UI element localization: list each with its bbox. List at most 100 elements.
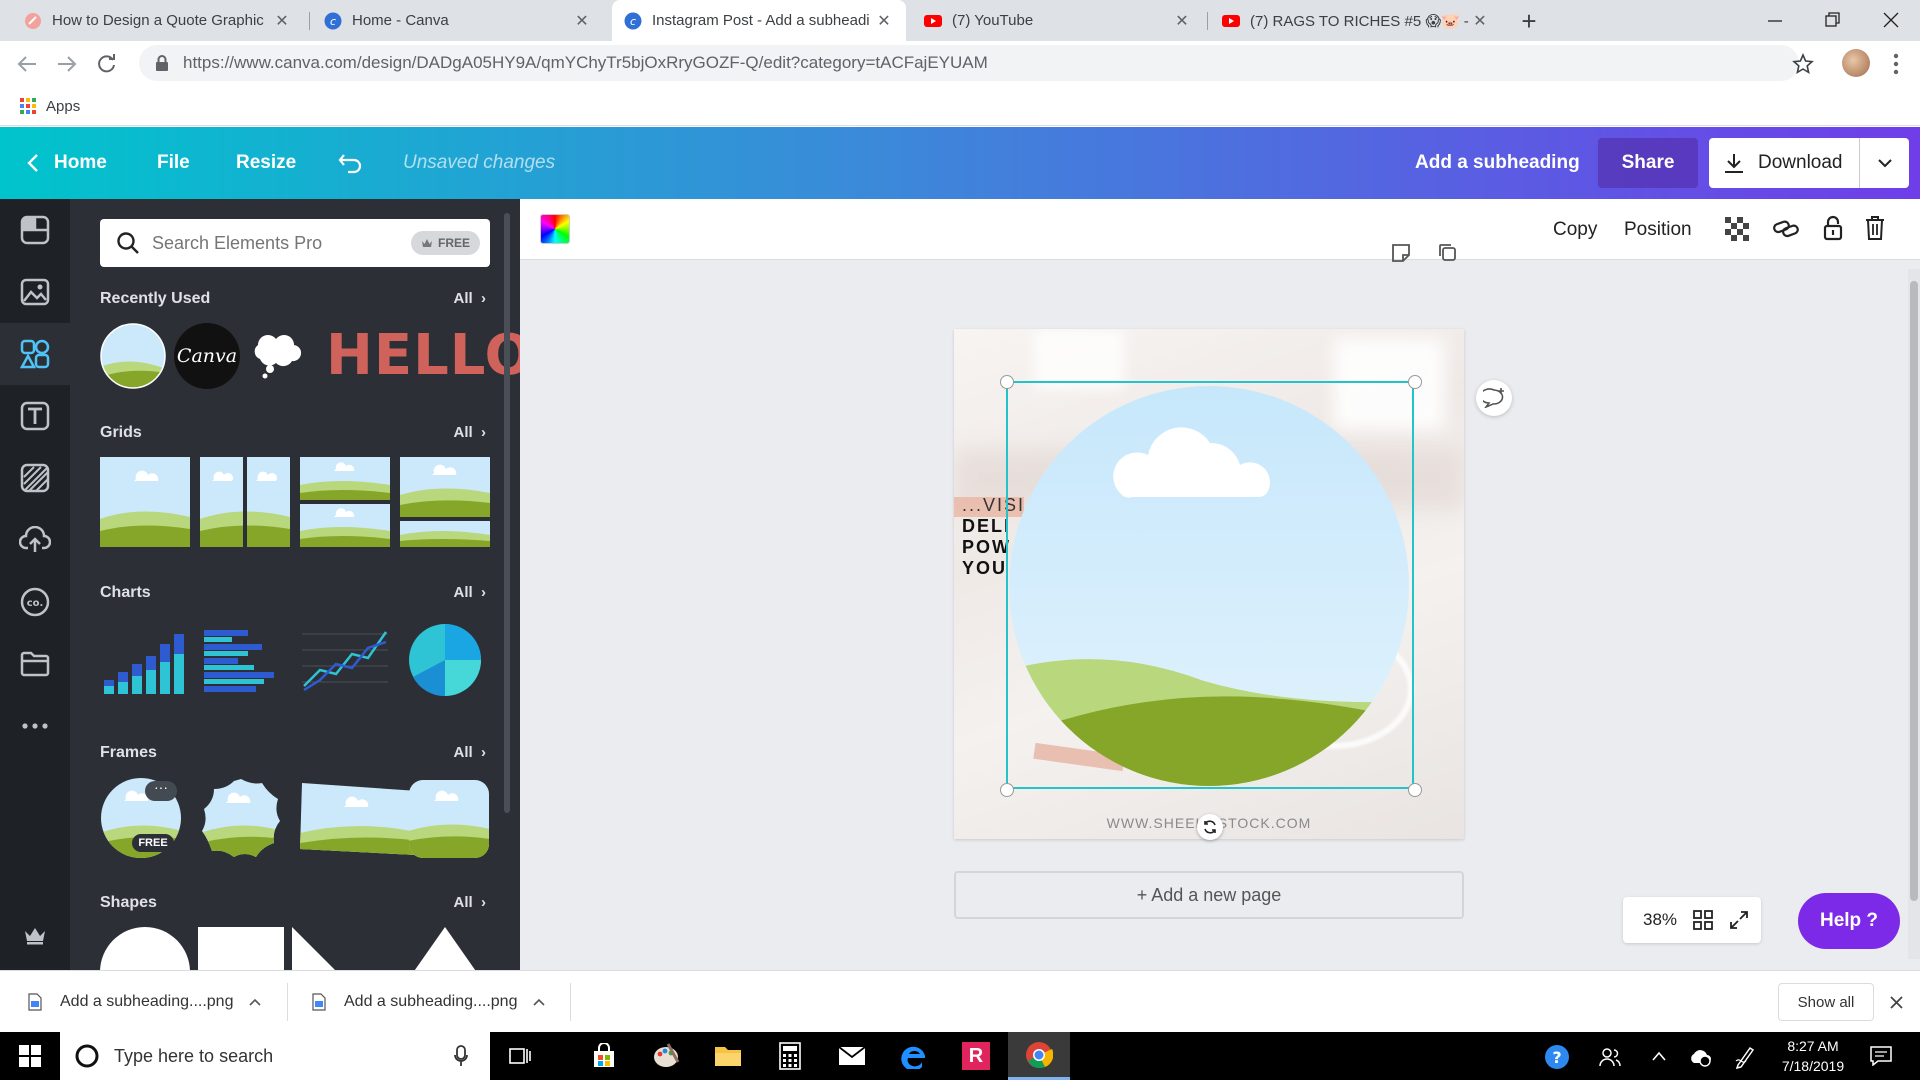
edge-app[interactable] (884, 1032, 944, 1080)
mail-app[interactable] (822, 1032, 882, 1080)
shape-circle[interactable] (100, 927, 190, 970)
undo-icon[interactable] (338, 151, 364, 175)
apps-shortcut[interactable]: Apps (20, 98, 80, 115)
close-tab-icon[interactable]: ✕ (874, 11, 894, 31)
rail-text[interactable] (0, 385, 70, 447)
bar-chart-thumbnail[interactable] (100, 624, 190, 694)
resize-handle[interactable] (1408, 783, 1422, 797)
bookmark-star-icon[interactable] (1792, 53, 1814, 75)
color-picker-icon[interactable] (540, 214, 570, 244)
help-button[interactable]: Help ? (1798, 893, 1900, 949)
chrome-app[interactable] (1008, 1032, 1070, 1080)
recent-circle-frame[interactable] (100, 323, 166, 389)
show-all-downloads-button[interactable]: Show all (1778, 983, 1874, 1021)
search-box[interactable]: FREE (100, 219, 490, 267)
position-button[interactable]: Position (1624, 199, 1692, 260)
calculator-app[interactable] (760, 1032, 820, 1080)
grid-view-icon[interactable] (1693, 910, 1713, 930)
tab-home-canva[interactable]: c Home - Canva ✕ (312, 0, 604, 41)
shape-triangle[interactable] (410, 927, 480, 970)
system-clock[interactable]: 8:27 AM 7/18/2019 (1770, 1036, 1856, 1078)
file-explorer-app[interactable] (698, 1032, 758, 1080)
delete-icon[interactable] (1865, 215, 1885, 241)
close-downloads-icon[interactable] (1890, 996, 1903, 1009)
rail-premium[interactable] (0, 904, 70, 966)
chevron-up-icon[interactable] (1652, 1051, 1666, 1061)
help-tray-icon[interactable]: ? (1544, 1044, 1570, 1070)
shape-right-triangle[interactable] (292, 927, 342, 970)
notifications-icon[interactable] (1870, 1046, 1892, 1066)
download-item[interactable]: Add a subheading....png (312, 971, 552, 1033)
link-icon[interactable] (1773, 218, 1799, 240)
close-tab-icon[interactable]: ✕ (272, 11, 292, 31)
close-tab-icon[interactable]: ✕ (1470, 11, 1490, 31)
page-notes-icon[interactable] (1391, 243, 1411, 263)
tab-instagram-post[interactable]: c Instagram Post - Add a subheadi ✕ (612, 0, 906, 41)
pen-workspace-icon[interactable] (1734, 1045, 1756, 1069)
horizontal-bar-chart-thumbnail[interactable] (200, 624, 290, 694)
resize-handle[interactable] (1000, 375, 1014, 389)
close-window-icon[interactable] (1882, 11, 1900, 29)
close-tab-icon[interactable]: ✕ (572, 11, 592, 31)
paint-app[interactable] (636, 1032, 696, 1080)
onedrive-cloud-icon[interactable] (1688, 1047, 1712, 1067)
lock-icon[interactable] (1823, 215, 1843, 241)
frame-options-icon[interactable]: ··· (145, 780, 177, 801)
minimize-icon[interactable] (1766, 12, 1784, 30)
zoom-level[interactable]: 38% (1643, 910, 1677, 930)
address-bar[interactable]: https://www.canva.com/design/DADgA05HY9A… (139, 45, 1799, 81)
restore-window-icon[interactable] (1824, 11, 1842, 29)
tab-quote-graphic[interactable]: How to Design a Quote Graphic ✕ (12, 0, 304, 41)
rail-background[interactable] (0, 447, 70, 509)
chevron-up-icon[interactable] (249, 998, 262, 1006)
copy-button[interactable]: Copy (1553, 199, 1597, 260)
rail-uploads[interactable] (0, 509, 70, 571)
line-chart-thumbnail[interactable] (300, 624, 390, 694)
back-arrow-icon[interactable] (16, 54, 38, 74)
tab-rags-to-riches[interactable]: (7) RAGS TO RICHES #5 😱🐷 - Y ✕ (1210, 0, 1502, 41)
home-button[interactable]: Home (26, 127, 107, 199)
frame-rounded-square[interactable] (408, 779, 490, 859)
resize-handle[interactable] (1408, 375, 1422, 389)
transparency-icon[interactable] (1725, 217, 1749, 241)
new-tab-button[interactable]: + (1514, 6, 1544, 36)
close-tab-icon[interactable]: ✕ (1172, 11, 1192, 31)
frame-tilted-rectangle[interactable] (300, 779, 420, 859)
profile-avatar[interactable] (1842, 49, 1870, 77)
rail-templates[interactable] (0, 199, 70, 261)
download-item[interactable]: Add a subheading....png (28, 971, 268, 1033)
see-all-frames[interactable]: All › (453, 744, 486, 761)
vertical-scrollbar-thumb[interactable] (1910, 281, 1918, 901)
see-all-recently-used[interactable]: All › (453, 290, 486, 307)
frame-scalloped[interactable] (200, 777, 282, 859)
rail-more[interactable] (0, 695, 70, 757)
rail-photos[interactable] (0, 261, 70, 323)
fullscreen-icon[interactable] (1729, 910, 1749, 930)
start-button[interactable] (0, 1032, 60, 1080)
task-view-button[interactable] (490, 1032, 550, 1080)
tab-youtube[interactable]: (7) YouTube ✕ (912, 0, 1204, 41)
see-all-grids[interactable]: All › (453, 424, 486, 441)
grid-single[interactable] (100, 457, 190, 547)
grid-big-small[interactable] (400, 457, 490, 547)
recent-hello-text[interactable]: HELLO (326, 325, 520, 387)
share-button[interactable]: Share (1598, 138, 1698, 188)
shape-square[interactable] (198, 927, 284, 970)
duplicate-page-icon[interactable] (1437, 242, 1457, 262)
reload-icon[interactable] (96, 53, 118, 75)
forward-arrow-icon[interactable] (56, 54, 78, 74)
people-icon[interactable] (1599, 1046, 1621, 1068)
chrome-menu-icon[interactable] (1893, 53, 1899, 75)
resize-handle[interactable] (1000, 783, 1014, 797)
search-input[interactable] (152, 232, 392, 254)
free-filter-badge[interactable]: FREE (410, 231, 480, 255)
see-all-shapes[interactable]: All › (453, 894, 486, 911)
grid-two-rows[interactable] (300, 457, 390, 547)
grid-two-columns[interactable] (200, 457, 290, 547)
store-app[interactable] (574, 1032, 634, 1080)
rotate-handle[interactable] (1197, 814, 1223, 840)
taskbar-search-box[interactable]: Type here to search (60, 1032, 490, 1080)
design-title[interactable]: Add a subheading (1415, 127, 1580, 199)
file-menu-button[interactable]: File (157, 127, 190, 199)
panel-scrollbar[interactable] (504, 213, 510, 813)
